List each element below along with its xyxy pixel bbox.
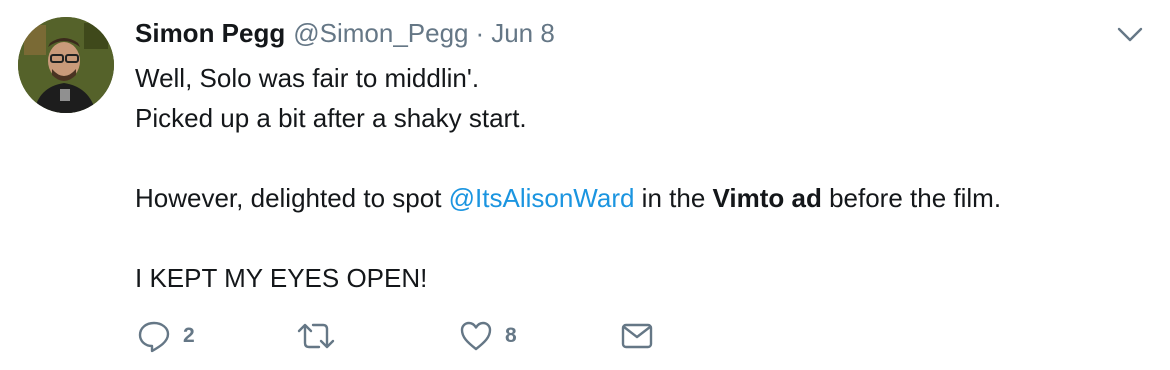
direct-message-button[interactable] bbox=[621, 316, 653, 356]
chevron-down-icon bbox=[1117, 27, 1143, 42]
tweet-line: Picked up a bit after a shaky start. bbox=[135, 103, 527, 133]
envelope-icon bbox=[621, 323, 653, 349]
header-separator: · bbox=[475, 18, 485, 48]
bold-text: Vimto ad bbox=[712, 183, 822, 213]
author-handle[interactable]: @Simon_Pegg bbox=[293, 16, 468, 50]
author-name[interactable]: Simon Pegg bbox=[135, 16, 285, 50]
heart-icon bbox=[460, 321, 492, 351]
like-button[interactable]: 8 bbox=[459, 316, 517, 356]
tweet-line: I KEPT MY EYES OPEN! bbox=[135, 263, 428, 293]
text-segment: in the bbox=[634, 183, 713, 213]
tweet-line: However, delighted to spot @ItsAlisonWar… bbox=[135, 178, 1145, 218]
tweet-text: Well, Solo was fair to middlin'. Picked … bbox=[135, 58, 1145, 298]
line-break bbox=[135, 218, 1145, 258]
text-segment: before the film. bbox=[821, 183, 1002, 213]
avatar-photo bbox=[18, 17, 114, 113]
tweet-actions: 2 8 bbox=[137, 316, 677, 356]
line-break bbox=[135, 138, 1145, 178]
like-count: 8 bbox=[505, 324, 517, 347]
reply-icon bbox=[138, 321, 170, 353]
mention-link[interactable]: @ItsAlisonWard bbox=[449, 183, 635, 213]
tweet-date[interactable]: Jun 8 bbox=[491, 16, 555, 50]
retweet-icon bbox=[297, 323, 335, 349]
avatar[interactable] bbox=[18, 17, 114, 113]
reply-button[interactable]: 2 bbox=[137, 316, 195, 356]
more-options-button[interactable] bbox=[1114, 22, 1146, 46]
tweet-header: Simon Pegg @Simon_Pegg · Jun 8 bbox=[135, 16, 555, 50]
tweet-line: Well, Solo was fair to middlin'. bbox=[135, 63, 480, 93]
retweet-button[interactable] bbox=[297, 316, 347, 356]
text-segment: However, delighted to spot bbox=[135, 183, 449, 213]
reply-count: 2 bbox=[183, 324, 195, 347]
